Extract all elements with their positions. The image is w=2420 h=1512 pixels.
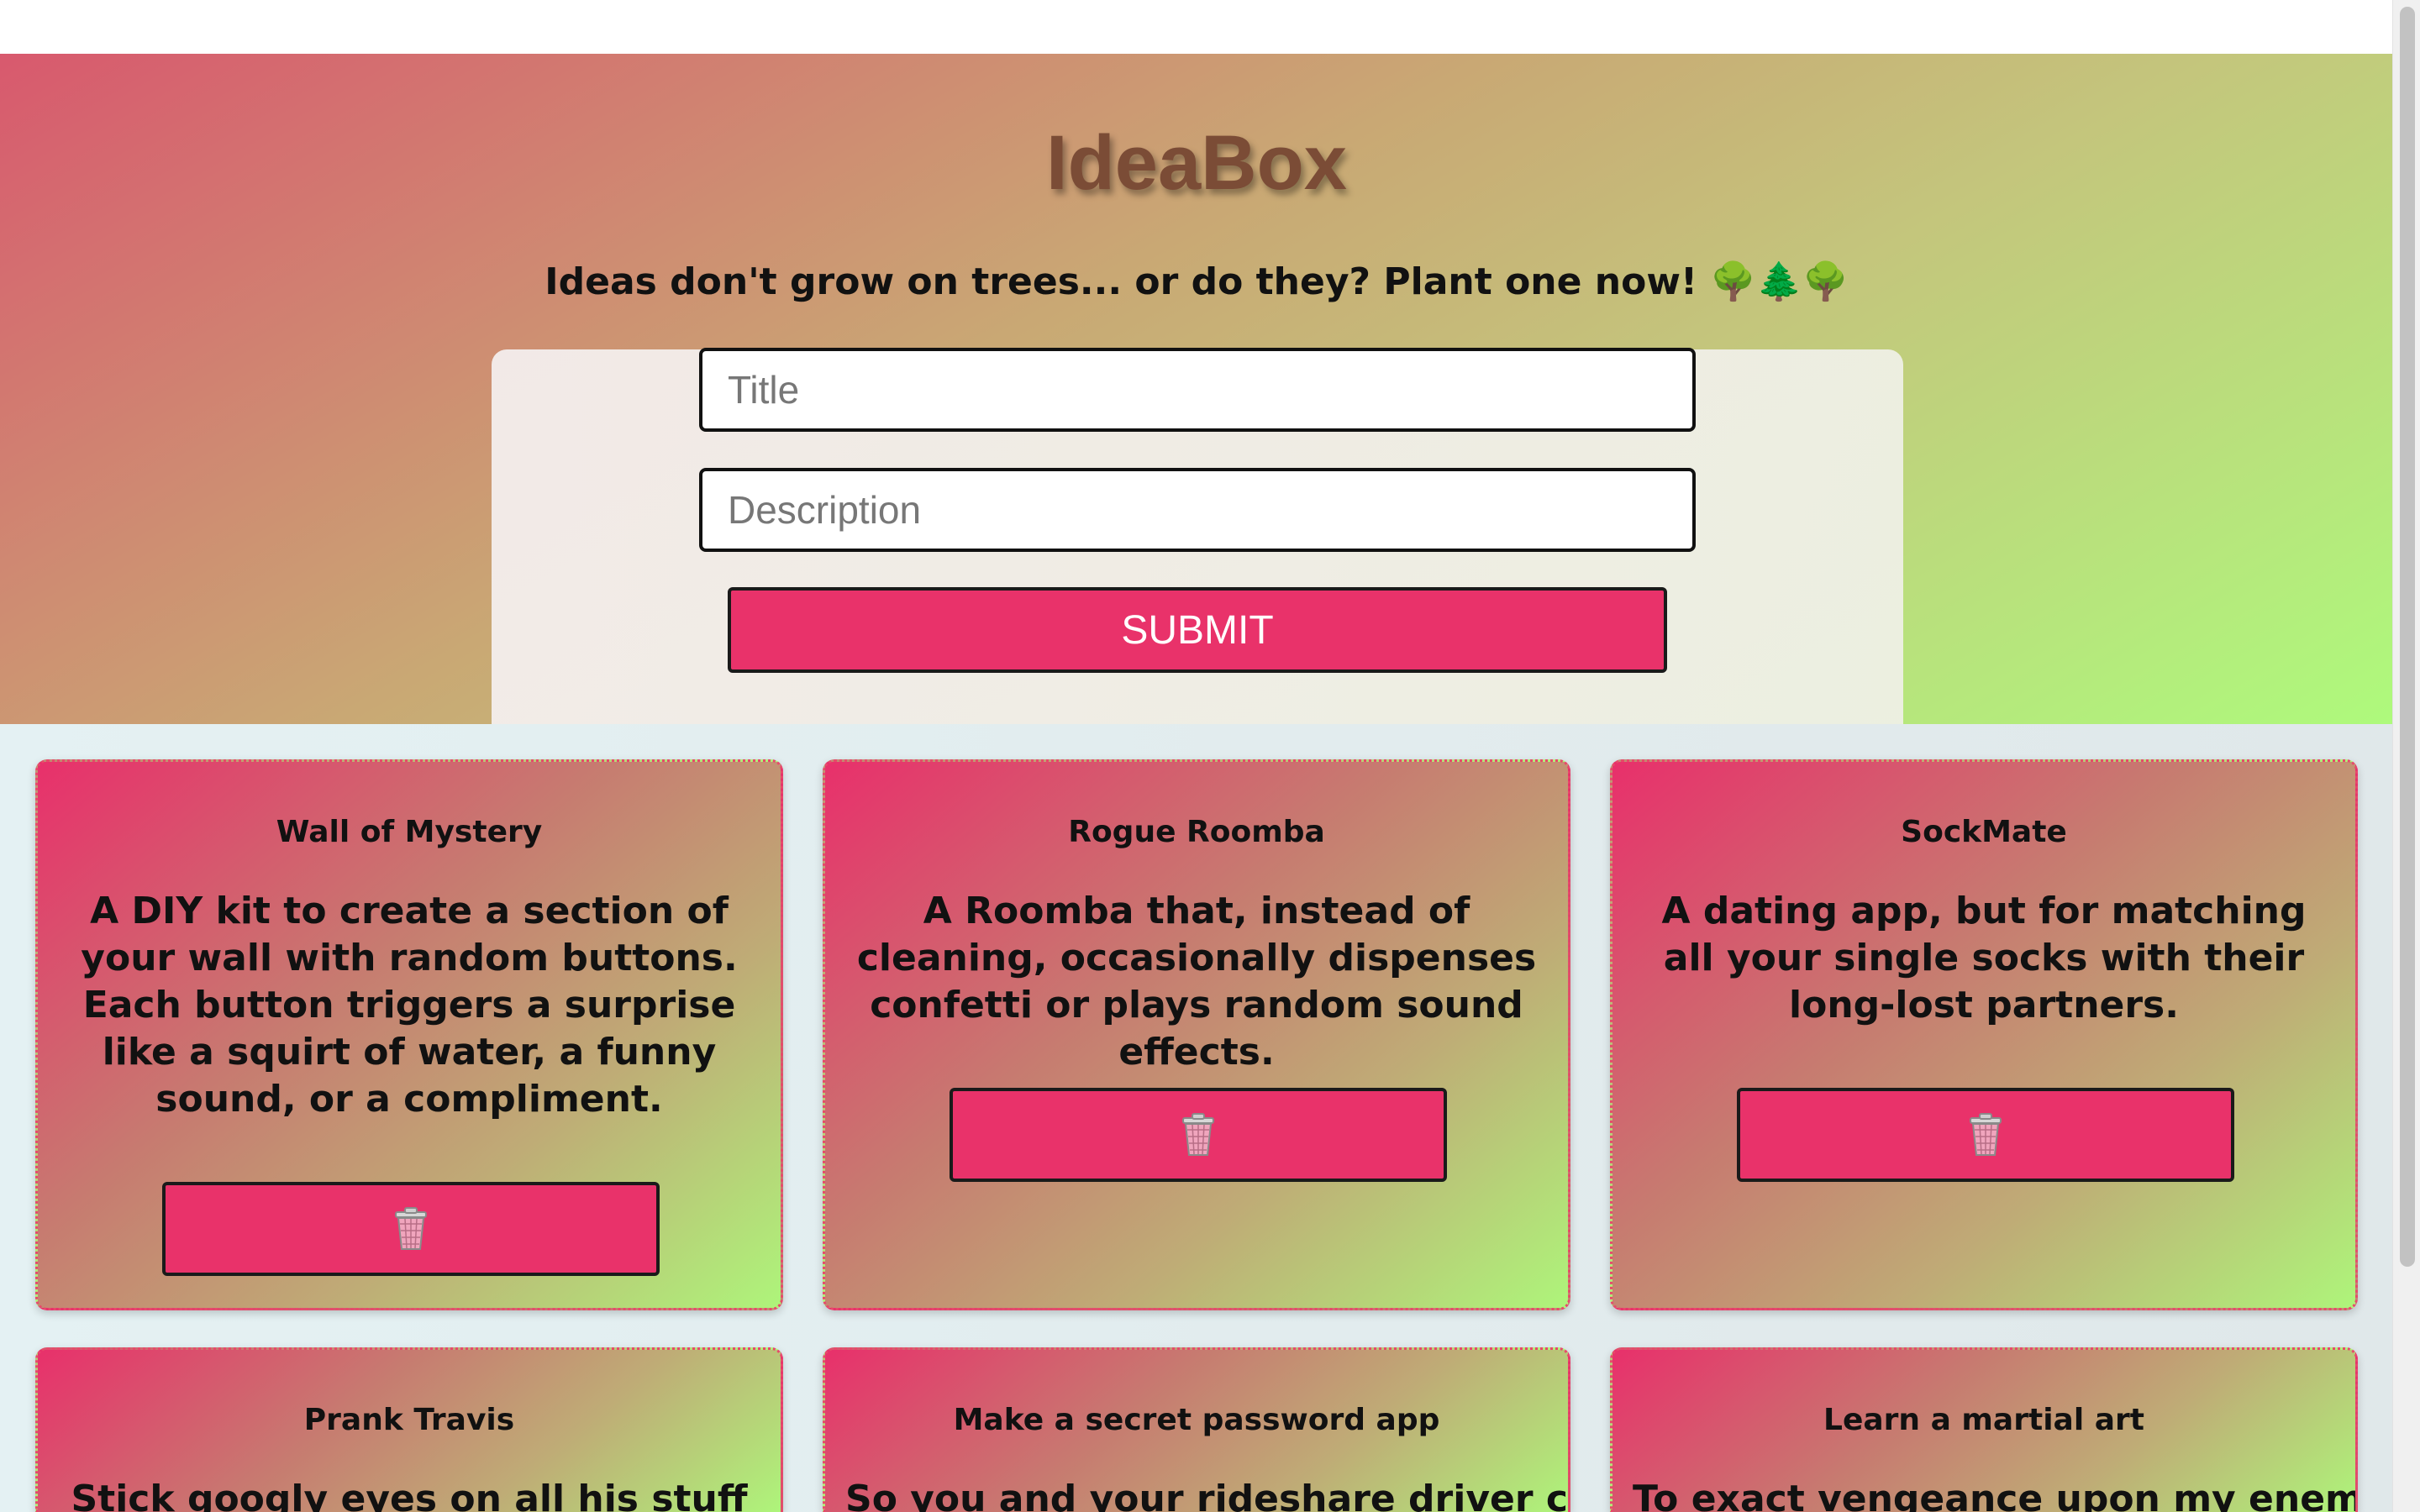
- browser-top-strip: [0, 0, 2393, 54]
- scrollbar-thumb[interactable]: [2400, 7, 2415, 1267]
- trash-icon: [395, 1207, 427, 1250]
- idea-card-description: A Roomba that, instead of cleaning, occa…: [856, 890, 1537, 1074]
- trash-icon: [1182, 1113, 1214, 1156]
- idea-card: SockMate A dating app, but for matching …: [1610, 759, 2358, 1310]
- idea-card-description: Stick googly eyes on all his stuff: [71, 1478, 748, 1512]
- tagline: Ideas don't grow on trees... or do they?…: [544, 260, 1849, 303]
- title-input[interactable]: [699, 348, 1696, 432]
- idea-card-description: A DIY kit to create a section of your wa…: [81, 890, 738, 1121]
- idea-card-title: Rogue Roomba: [1068, 815, 1325, 849]
- idea-card-description: To exact vengeance upon my enemies: [1633, 1478, 2358, 1512]
- page-scrollbar[interactable]: [2392, 0, 2420, 1512]
- idea-card-title: Prank Travis: [303, 1403, 515, 1437]
- idea-card-title: SockMate: [1901, 815, 2067, 849]
- idea-card-description: A dating app, but for matching all your …: [1661, 890, 2307, 1026]
- idea-card: Rogue Roomba A Roomba that, instead of c…: [823, 759, 1570, 1310]
- idea-card: Prank Travis Stick googly eyes on all hi…: [35, 1347, 783, 1512]
- delete-idea-button[interactable]: [1737, 1088, 2234, 1182]
- idea-card-description: So you and your rideshare driver can: [845, 1478, 1570, 1512]
- idea-card-title: Wall of Mystery: [276, 815, 543, 849]
- delete-idea-button[interactable]: [162, 1182, 660, 1276]
- idea-card: Wall of Mystery A DIY kit to create a se…: [35, 759, 783, 1310]
- description-input[interactable]: [699, 468, 1696, 552]
- app-title: IdeaBox: [1046, 120, 1347, 206]
- idea-card-title: Make a secret password app: [953, 1403, 1440, 1437]
- idea-card-title: Learn a martial art: [1823, 1403, 2144, 1437]
- submit-button[interactable]: SUBMIT: [728, 587, 1667, 673]
- idea-card: Learn a martial art To exact vengeance u…: [1610, 1347, 2358, 1512]
- delete-idea-button[interactable]: [950, 1088, 1447, 1182]
- trash-icon: [1970, 1113, 2002, 1156]
- idea-card: Make a secret password app So you and yo…: [823, 1347, 1570, 1512]
